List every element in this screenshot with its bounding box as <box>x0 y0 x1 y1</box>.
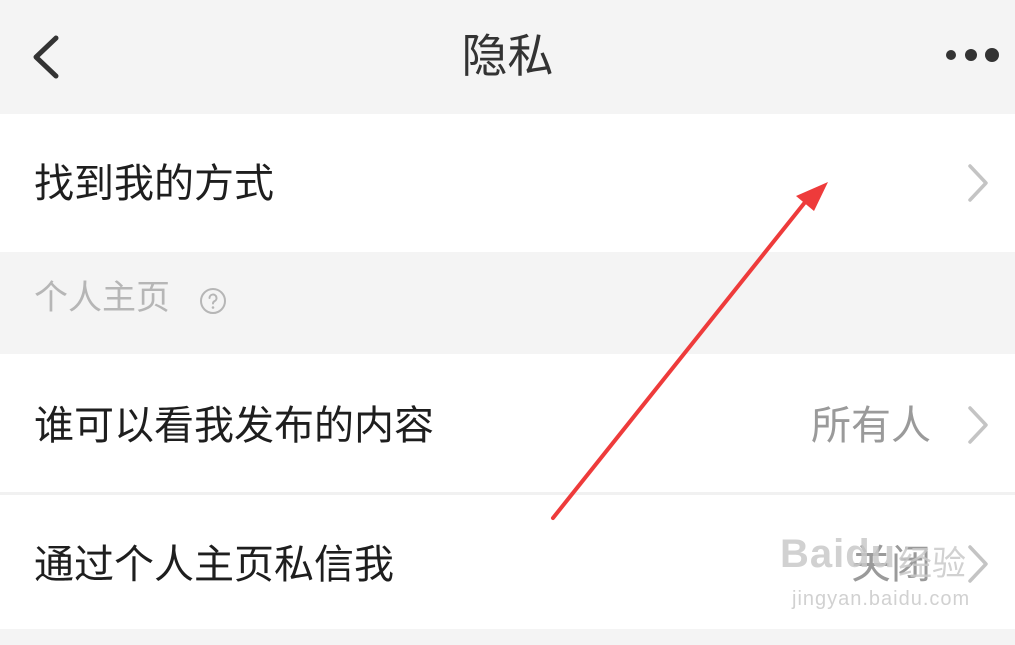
more-button[interactable] <box>939 30 1009 80</box>
question-circle-icon[interactable] <box>199 287 227 315</box>
row-value: 所有人 <box>811 403 931 449</box>
row-message-via-profile[interactable]: 通过个人主页私信我 关闭 <box>0 495 1015 629</box>
section-header-profile: 个人主页 <box>0 252 1015 354</box>
chevron-right-icon <box>968 164 988 202</box>
row-label: 通过个人主页私信我 <box>34 542 394 588</box>
row-find-me[interactable]: 找到我的方式 <box>0 114 1015 252</box>
chevron-right-icon <box>968 406 988 444</box>
nav-bar: 隐私 <box>0 0 1015 114</box>
row-value: 关闭 <box>851 542 931 588</box>
more-dots-icon <box>946 48 999 62</box>
page-title: 隐私 <box>461 29 554 83</box>
row-who-can-see[interactable]: 谁可以看我发布的内容 所有人 <box>0 354 1015 492</box>
chevron-right-icon <box>968 545 988 583</box>
row-label: 谁可以看我发布的内容 <box>34 403 434 449</box>
row-label: 找到我的方式 <box>34 161 274 207</box>
section-label: 个人主页 <box>34 278 170 318</box>
